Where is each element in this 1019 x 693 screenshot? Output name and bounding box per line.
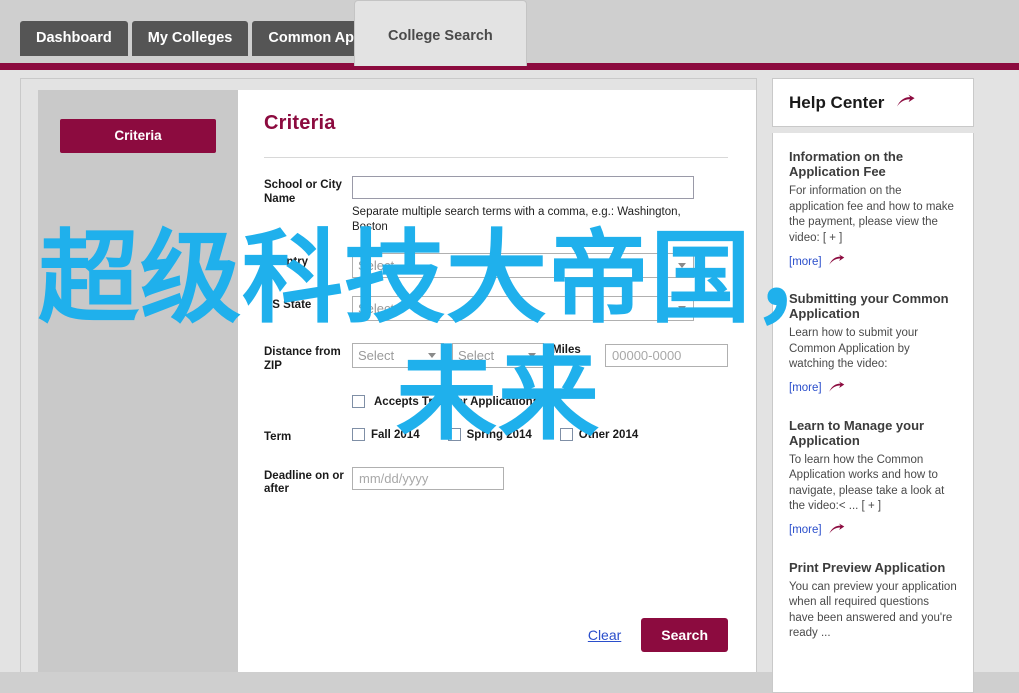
help-item: Print Preview Application You can previe… <box>789 560 957 642</box>
help-item: Learn to Manage your Application To lear… <box>789 418 957 538</box>
label-country: Country <box>264 256 309 268</box>
page-body: Criteria Criteria School or City Name Se… <box>0 70 1019 693</box>
help-item-title: Learn to Manage your Application <box>789 417 925 448</box>
country-select-wrap: Select <box>352 253 694 278</box>
term-option-other: Other 2014 <box>559 428 639 441</box>
label-distance-zip: Distance from ZIP <box>264 346 341 372</box>
term-label-fall: Fall 2014 <box>371 428 420 441</box>
unit-select[interactable]: Select <box>452 343 544 368</box>
school-or-city-input[interactable] <box>352 176 694 199</box>
help-center-header[interactable]: Help Center <box>772 78 974 127</box>
left-rail: Criteria <box>38 90 238 672</box>
help-item-title: Information on the Application Fee <box>789 149 904 179</box>
help-item-title: Print Preview Application <box>789 559 946 575</box>
help-item-more-label: [more] <box>789 524 822 536</box>
term-option-spring: Spring 2014 <box>447 428 532 441</box>
country-select[interactable]: Select <box>352 253 694 278</box>
field-row-country: Country Select <box>264 253 728 278</box>
help-item-body: For information on the application fee a… <box>789 185 954 244</box>
tab-list: Dashboard My Colleges Common App College… <box>20 0 527 66</box>
help-item: Information on the Application Fee For i… <box>789 149 957 269</box>
term-option-fall: Fall 2014 <box>352 428 420 441</box>
accepts-transfer-label: Accepts Transfer Applications <box>374 395 540 408</box>
unit-select-wrap: Select <box>452 343 544 368</box>
field-row-deadline: Deadline on or after <box>264 466 728 497</box>
help-item-more-link[interactable]: [more] <box>789 523 957 538</box>
label-us-state: US State <box>264 299 312 311</box>
criteria-form-panel: Criteria School or City Name Separate mu… <box>238 90 756 672</box>
distance-select[interactable]: Select <box>352 343 444 368</box>
help-item-more-link[interactable]: [more] <box>789 254 957 269</box>
tab-college-search[interactable]: College Search <box>354 0 527 66</box>
spacer-cell <box>264 395 352 398</box>
term-label-spring: Spring 2014 <box>466 428 532 441</box>
term-checkbox-fall[interactable] <box>352 428 365 441</box>
arrow-right-icon <box>828 523 845 538</box>
help-item-body: To learn how the Common Application work… <box>789 453 945 513</box>
help-center-list: Information on the Application Fee For i… <box>772 133 974 693</box>
field-row-accepts-transfer: Accepts Transfer Applications <box>264 395 728 408</box>
help-item-more-label: [more] <box>789 382 822 394</box>
help-item-title: Submitting your Common Application <box>789 291 949 321</box>
miles-from-text: Miles from <box>552 343 581 368</box>
help-center-title: Help Center <box>789 93 885 112</box>
content-card: Criteria Criteria School or City Name Se… <box>20 78 757 672</box>
distance-select-wrap: Select <box>352 343 444 368</box>
help-item-body: You can preview your application when al… <box>789 580 957 640</box>
deadline-input[interactable] <box>352 466 504 490</box>
tab-dashboard[interactable]: Dashboard <box>20 21 128 56</box>
term-label-other: Other 2014 <box>578 428 639 441</box>
form-actions: Clear Search <box>264 618 728 652</box>
us-state-select[interactable]: Select <box>352 296 694 321</box>
help-item-more-label: [more] <box>789 255 822 268</box>
help-item-more-link[interactable]: [more] <box>789 381 957 396</box>
label-school-city: School or City Name <box>264 179 342 205</box>
help-center-panel: Help Center Information on the Applicati… <box>772 78 974 693</box>
field-row-term: Term Fall 2014 Spring 2014 Other 2014 <box>264 428 728 445</box>
tab-my-colleges[interactable]: My Colleges <box>131 21 249 56</box>
criteria-nav-button[interactable]: Criteria <box>60 119 216 153</box>
field-row-school-city: School or City Name Separate multiple se… <box>264 176 728 235</box>
accepts-transfer-checkbox[interactable] <box>352 395 365 408</box>
us-state-select-wrap: Select <box>352 296 694 321</box>
arrow-right-icon <box>828 254 845 269</box>
title-divider <box>264 157 728 158</box>
term-checkbox-other[interactable] <box>559 428 573 441</box>
term-checkbox-spring[interactable] <box>447 428 461 441</box>
page-title: Criteria <box>264 112 336 134</box>
arrow-right-icon <box>828 381 845 396</box>
help-item-body: Learn how to submit your Common Applicat… <box>789 327 919 370</box>
field-row-us-state: US State Select <box>264 296 728 321</box>
help-item: Submitting your Common Application Learn… <box>789 291 957 396</box>
zip-input[interactable] <box>605 344 728 367</box>
school-city-hint: Separate multiple search terms with a co… <box>352 206 681 233</box>
label-term: Term <box>264 431 292 443</box>
search-button[interactable]: Search <box>641 618 728 652</box>
label-deadline: Deadline on or after <box>264 469 344 496</box>
clear-link[interactable]: Clear <box>588 627 621 643</box>
arrow-right-icon <box>896 94 915 113</box>
field-row-distance-zip: Distance from ZIP Select Select Miles fr… <box>264 343 728 373</box>
top-tab-bar: Dashboard My Colleges Common App College… <box>0 0 1019 70</box>
